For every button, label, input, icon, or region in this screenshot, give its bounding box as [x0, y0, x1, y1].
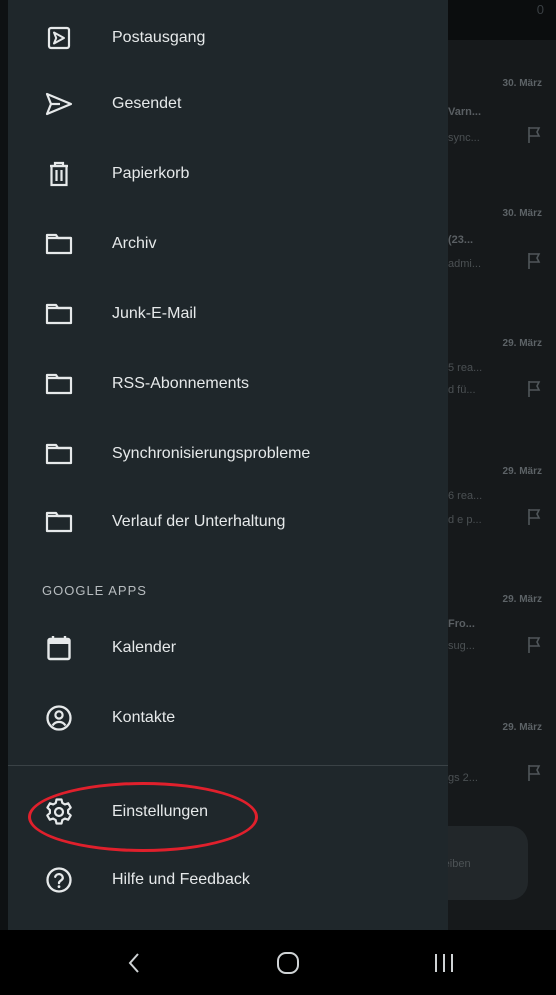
gear-icon — [42, 795, 76, 829]
flag-icon — [528, 253, 541, 269]
background-email-list: 0 30. März Varn... sync... 30. März (23.… — [448, 0, 556, 930]
drawer-item-trash[interactable]: Papierkorb — [8, 144, 448, 204]
background-toolbar: 0 — [448, 0, 556, 40]
divider — [8, 765, 448, 766]
contacts-icon — [42, 701, 76, 735]
back-icon — [128, 952, 139, 973]
home-icon — [277, 951, 299, 974]
drawer-item-sent[interactable]: Gesendet — [8, 74, 448, 134]
drawer-item-archive[interactable]: Archiv — [8, 214, 448, 274]
drawer-item-label: Archiv — [112, 235, 157, 252]
drawer-item-label: Papierkorb — [112, 165, 190, 182]
outbox-icon — [42, 21, 76, 55]
folder-icon — [42, 367, 76, 401]
send-icon — [42, 87, 76, 121]
drawer-item-label: Gesendet — [112, 95, 182, 112]
folder-icon — [42, 227, 76, 261]
drawer-item-label: RSS-Abonnements — [112, 375, 249, 392]
folder-icon — [42, 437, 76, 471]
flag-icon — [528, 765, 541, 781]
drawer-item-label: Synchronisierungsprobleme — [112, 445, 311, 462]
drawer-item-conversation-history[interactable]: Verlauf der Unterhaltung — [8, 492, 448, 552]
navigation-drawer: Postausgang Gesendet Papierkorb Archiv J… — [8, 0, 448, 930]
trash-icon — [42, 157, 76, 191]
section-header-google-apps: GOOGLE APPS — [42, 583, 147, 598]
drawer-item-label: Junk-E-Mail — [112, 305, 197, 322]
system-navigation-bar — [0, 930, 556, 995]
drawer-item-label: Kalender — [112, 639, 177, 656]
recents-icon — [435, 953, 453, 972]
help-icon — [42, 863, 76, 897]
drawer-item-label: Postausgang — [112, 29, 206, 46]
calendar-icon — [42, 631, 76, 665]
background-email-item: 30. März (23... admi... — [448, 208, 542, 270]
drawer-item-label: Hilfe und Feedback — [112, 871, 250, 888]
background-count: 0 — [536, 2, 544, 17]
flag-icon — [528, 637, 541, 653]
recents-button[interactable] — [404, 930, 484, 995]
back-button[interactable] — [94, 930, 174, 995]
drawer-item-outbox[interactable]: Postausgang — [8, 8, 448, 68]
drawer-item-junk[interactable]: Junk-E-Mail — [8, 284, 448, 344]
drawer-item-label: Einstellungen — [112, 803, 209, 820]
flag-icon — [528, 509, 541, 525]
drawer-item-rss[interactable]: RSS-Abonnements — [8, 354, 448, 414]
drawer-item-label: Kontakte — [112, 709, 176, 726]
background-email-item: 29. März 6 rea... d e p... — [448, 466, 542, 526]
background-email-item: 30. März Varn... sync... — [448, 78, 542, 144]
background-email-item: 29. März Fro... sug... — [448, 594, 542, 653]
drawer-item-calendar[interactable]: Kalender — [8, 618, 448, 678]
flag-icon — [528, 381, 541, 397]
flag-icon — [528, 127, 541, 143]
drawer-item-label: Verlauf der Unterhaltung — [112, 513, 286, 530]
home-button[interactable] — [248, 930, 328, 995]
drawer-item-contacts[interactable]: Kontakte — [8, 688, 448, 748]
folder-icon — [42, 297, 76, 331]
drawer-item-settings[interactable]: Einstellungen — [8, 782, 448, 842]
background-email-item: 29. März 5 rea... d fü... — [448, 338, 542, 397]
folder-icon — [42, 505, 76, 539]
drawer-item-help[interactable]: Hilfe und Feedback — [8, 850, 448, 910]
drawer-item-sync-problems[interactable]: Synchronisierungsprobleme — [8, 424, 448, 484]
